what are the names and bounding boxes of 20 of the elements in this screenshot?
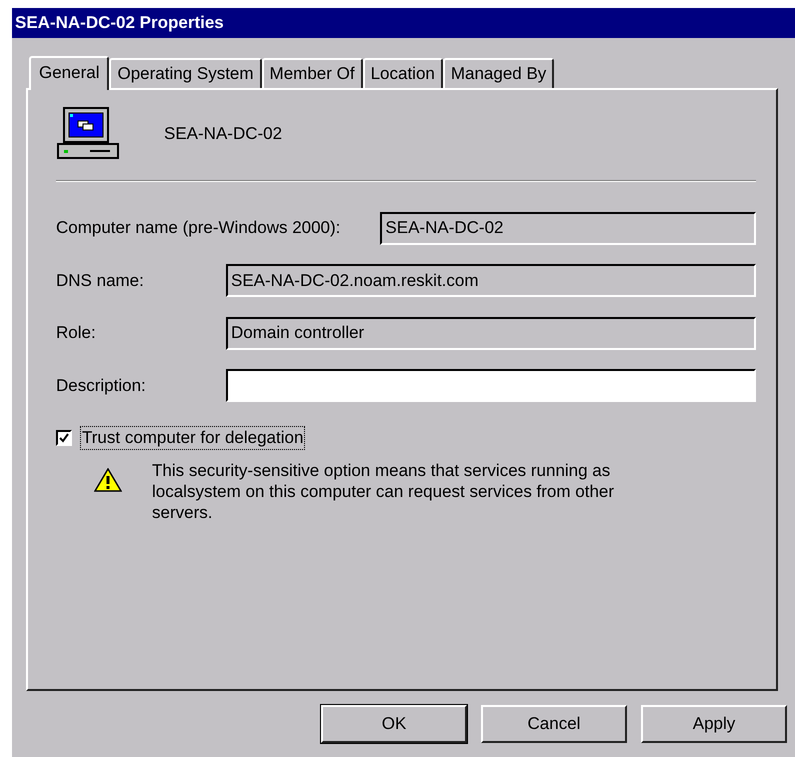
dialog-button[interactable]: Cancel bbox=[481, 705, 627, 743]
computer-icon bbox=[56, 106, 120, 162]
field-label: Role: bbox=[56, 323, 97, 344]
dialog-button[interactable]: Apply bbox=[641, 705, 787, 743]
tab[interactable]: Location bbox=[362, 58, 443, 88]
field-label: DNS name: bbox=[56, 270, 145, 291]
window-title: SEA-NA-DC-02 Properties bbox=[15, 13, 224, 33]
computer-name: SEA-NA-DC-02 bbox=[164, 124, 282, 144]
tab[interactable]: General bbox=[29, 56, 110, 90]
checkbox-label[interactable]: Trust computer for delegation bbox=[80, 426, 306, 450]
tab[interactable]: Managed By bbox=[442, 58, 554, 88]
field-label: Description: bbox=[56, 376, 147, 396]
dialog-button[interactable]: OK bbox=[321, 705, 467, 743]
warning-icon bbox=[94, 468, 122, 492]
tab[interactable]: Member Of bbox=[262, 58, 363, 88]
field-label: Computer name (pre-Windows 2000): bbox=[56, 218, 342, 238]
text-field[interactable] bbox=[226, 369, 756, 402]
checkbox[interactable] bbox=[56, 430, 72, 446]
tab[interactable]: Operating System bbox=[109, 58, 262, 88]
warning-text: This security-sensitive option means that services running as localsystem on this computer can request services from other servers. bbox=[152, 460, 616, 523]
